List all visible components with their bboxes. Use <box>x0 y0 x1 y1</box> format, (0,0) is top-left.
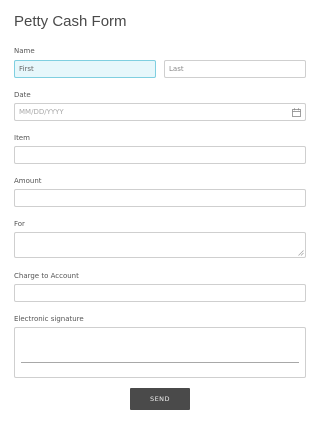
item-field[interactable] <box>14 146 306 164</box>
signature-pad[interactable] <box>14 327 306 378</box>
calendar-icon[interactable] <box>292 108 301 117</box>
resize-handle-icon[interactable] <box>298 250 304 256</box>
date-label: Date <box>14 91 31 99</box>
last-name-placeholder: Last <box>169 65 184 73</box>
item-label: Item <box>14 134 30 142</box>
name-label: Name <box>14 47 35 55</box>
date-placeholder: MM/DD/YYYY <box>19 108 64 116</box>
send-button[interactable]: SEND <box>130 388 190 410</box>
for-textarea[interactable] <box>14 232 306 258</box>
charge-to-account-field[interactable] <box>14 284 306 302</box>
amount-field[interactable] <box>14 189 306 207</box>
first-name-field[interactable]: First <box>14 60 156 78</box>
for-label: For <box>14 220 25 228</box>
last-name-field[interactable]: Last <box>164 60 306 78</box>
amount-label: Amount <box>14 177 42 185</box>
date-field[interactable]: MM/DD/YYYY <box>14 103 306 121</box>
signature-label: Electronic signature <box>14 315 84 323</box>
signature-line <box>21 362 299 363</box>
charge-to-account-label: Charge to Account <box>14 272 79 280</box>
form-title: Petty Cash Form <box>14 13 127 30</box>
first-name-placeholder: First <box>19 65 34 73</box>
